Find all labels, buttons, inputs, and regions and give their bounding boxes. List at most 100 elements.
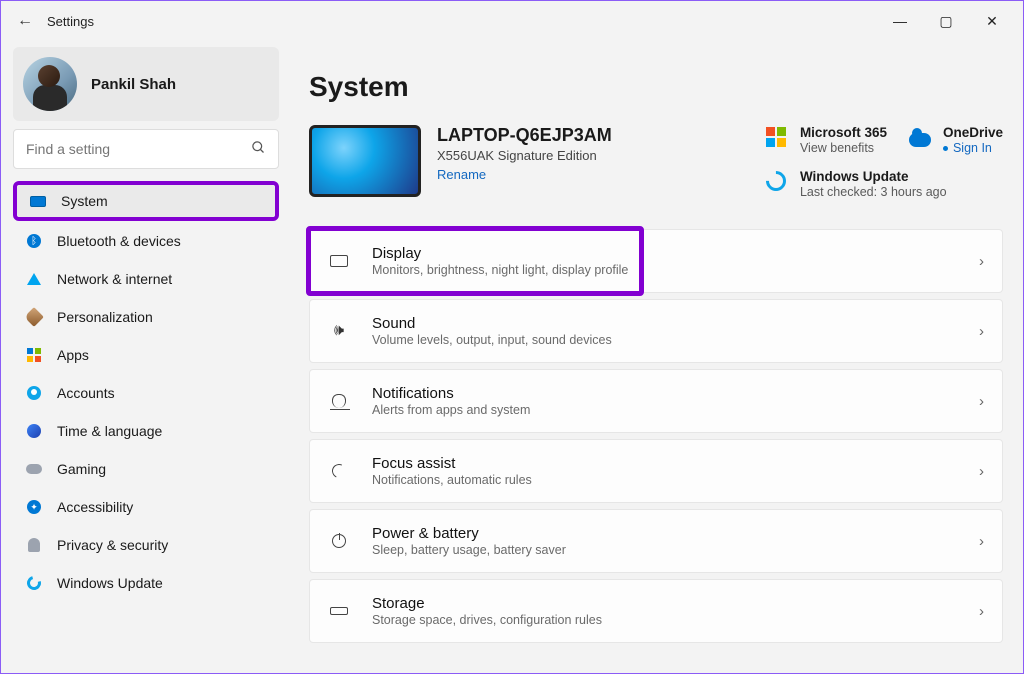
nav-item-apps[interactable]: Apps — [13, 337, 279, 373]
card-title: Display — [372, 245, 628, 262]
nav-label: Network & internet — [57, 271, 172, 287]
card-subtitle: Monitors, brightness, night light, displ… — [372, 263, 628, 277]
user-card[interactable]: Pankil Shah — [13, 47, 279, 121]
card-notifications[interactable]: Notifications Alerts from apps and syste… — [309, 369, 1003, 433]
device-model: X556UAK Signature Edition — [437, 148, 612, 163]
user-name: Pankil Shah — [91, 76, 176, 93]
nav-label: System — [61, 193, 108, 209]
nav-item-system[interactable]: System — [17, 185, 275, 217]
promo-title: Windows Update — [800, 169, 947, 184]
nav-label: Accessibility — [57, 499, 133, 515]
window-controls: — ▢ ✕ — [877, 5, 1015, 37]
microsoft-icon — [766, 127, 788, 149]
main-content: System LAPTOP-Q6EJP3AM X556UAK Signature… — [291, 41, 1023, 673]
update-icon — [766, 171, 788, 193]
close-button[interactable]: ✕ — [969, 5, 1015, 37]
nav-item-bluetooth[interactable]: ᛒ Bluetooth & devices — [13, 223, 279, 259]
chevron-right-icon: › — [979, 393, 984, 410]
nav: System ᛒ Bluetooth & devices Network & i… — [13, 181, 279, 601]
card-subtitle: Alerts from apps and system — [372, 403, 530, 417]
storage-icon — [328, 607, 350, 615]
person-icon — [25, 384, 43, 402]
nav-label: Apps — [57, 347, 89, 363]
shield-icon — [25, 536, 43, 554]
card-title: Focus assist — [372, 455, 532, 472]
moon-icon — [328, 464, 350, 478]
search-icon — [251, 140, 266, 158]
nav-item-network[interactable]: Network & internet — [13, 261, 279, 297]
chevron-right-icon: › — [979, 323, 984, 340]
promo-subtitle: Last checked: 3 hours ago — [800, 185, 947, 199]
card-subtitle: Volume levels, output, input, sound devi… — [372, 333, 612, 347]
device-block: LAPTOP-Q6EJP3AM X556UAK Signature Editio… — [309, 125, 612, 197]
titlebar: ← Settings — ▢ ✕ — [1, 1, 1023, 41]
card-sound[interactable]: 🕪 Sound Volume levels, output, input, so… — [309, 299, 1003, 363]
card-focus-assist[interactable]: Focus assist Notifications, automatic ru… — [309, 439, 1003, 503]
device-info: LAPTOP-Q6EJP3AM X556UAK Signature Editio… — [437, 125, 612, 182]
card-title: Storage — [372, 595, 602, 612]
maximize-button[interactable]: ▢ — [923, 5, 969, 37]
paintbrush-icon — [25, 308, 43, 326]
sound-icon: 🕪 — [328, 322, 350, 340]
cloud-icon — [909, 127, 931, 149]
card-subtitle: Sleep, battery usage, battery saver — [372, 543, 566, 557]
promo-m365[interactable]: Microsoft 365 View benefits — [766, 125, 887, 155]
card-title: Sound — [372, 315, 612, 332]
rename-link[interactable]: Rename — [437, 167, 612, 182]
nav-item-accessibility[interactable]: ✦ Accessibility — [13, 489, 279, 525]
system-icon — [29, 192, 47, 210]
display-icon — [328, 255, 350, 267]
globe-icon — [25, 422, 43, 440]
promo-onedrive[interactable]: OneDrive Sign In — [909, 125, 1003, 155]
bluetooth-icon: ᛒ — [25, 232, 43, 250]
card-display[interactable]: Display Monitors, brightness, night ligh… — [309, 229, 1003, 293]
nav-label: Personalization — [57, 309, 153, 325]
nav-highlight: System — [13, 181, 279, 221]
card-title: Power & battery — [372, 525, 566, 542]
avatar — [23, 57, 77, 111]
page-title: System — [309, 71, 1003, 103]
card-title: Notifications — [372, 385, 530, 402]
apps-icon — [25, 346, 43, 364]
accessibility-icon: ✦ — [25, 498, 43, 516]
chevron-right-icon: › — [979, 533, 984, 550]
nav-item-accounts[interactable]: Accounts — [13, 375, 279, 411]
nav-label: Gaming — [57, 461, 106, 477]
promo-subtitle: Sign In — [943, 141, 1003, 155]
nav-item-personalization[interactable]: Personalization — [13, 299, 279, 335]
settings-cards: Display Monitors, brightness, night ligh… — [309, 229, 1003, 643]
promo-winupdate[interactable]: Windows Update Last checked: 3 hours ago — [766, 169, 1003, 199]
card-subtitle: Storage space, drives, configuration rul… — [372, 613, 602, 627]
update-icon — [25, 574, 43, 592]
promo-title: OneDrive — [943, 125, 1003, 140]
card-subtitle: Notifications, automatic rules — [372, 473, 532, 487]
card-power[interactable]: Power & battery Sleep, battery usage, ba… — [309, 509, 1003, 573]
nav-label: Windows Update — [57, 575, 163, 591]
window-title: Settings — [47, 14, 94, 29]
chevron-right-icon: › — [979, 603, 984, 620]
minimize-button[interactable]: — — [877, 5, 923, 37]
nav-label: Time & language — [57, 423, 162, 439]
promo-column: Microsoft 365 View benefits OneDrive Sig… — [766, 125, 1003, 199]
power-icon — [328, 534, 350, 548]
device-thumbnail — [309, 125, 421, 197]
nav-label: Accounts — [57, 385, 115, 401]
nav-item-time[interactable]: Time & language — [13, 413, 279, 449]
nav-item-privacy[interactable]: Privacy & security — [13, 527, 279, 563]
promo-title: Microsoft 365 — [800, 125, 887, 140]
gamepad-icon — [25, 460, 43, 478]
chevron-right-icon: › — [979, 253, 984, 270]
nav-label: Privacy & security — [57, 537, 168, 553]
promo-subtitle: View benefits — [800, 141, 887, 155]
search-box[interactable] — [13, 129, 279, 169]
nav-item-gaming[interactable]: Gaming — [13, 451, 279, 487]
bell-icon — [328, 394, 350, 408]
system-header: LAPTOP-Q6EJP3AM X556UAK Signature Editio… — [309, 125, 1003, 199]
wifi-icon — [25, 270, 43, 288]
nav-item-update[interactable]: Windows Update — [13, 565, 279, 601]
back-button[interactable]: ← — [9, 12, 41, 30]
search-input[interactable] — [26, 141, 251, 157]
chevron-right-icon: › — [979, 463, 984, 480]
card-storage[interactable]: Storage Storage space, drives, configura… — [309, 579, 1003, 643]
sidebar: Pankil Shah System ᛒ Bluetooth & devices — [1, 41, 291, 673]
